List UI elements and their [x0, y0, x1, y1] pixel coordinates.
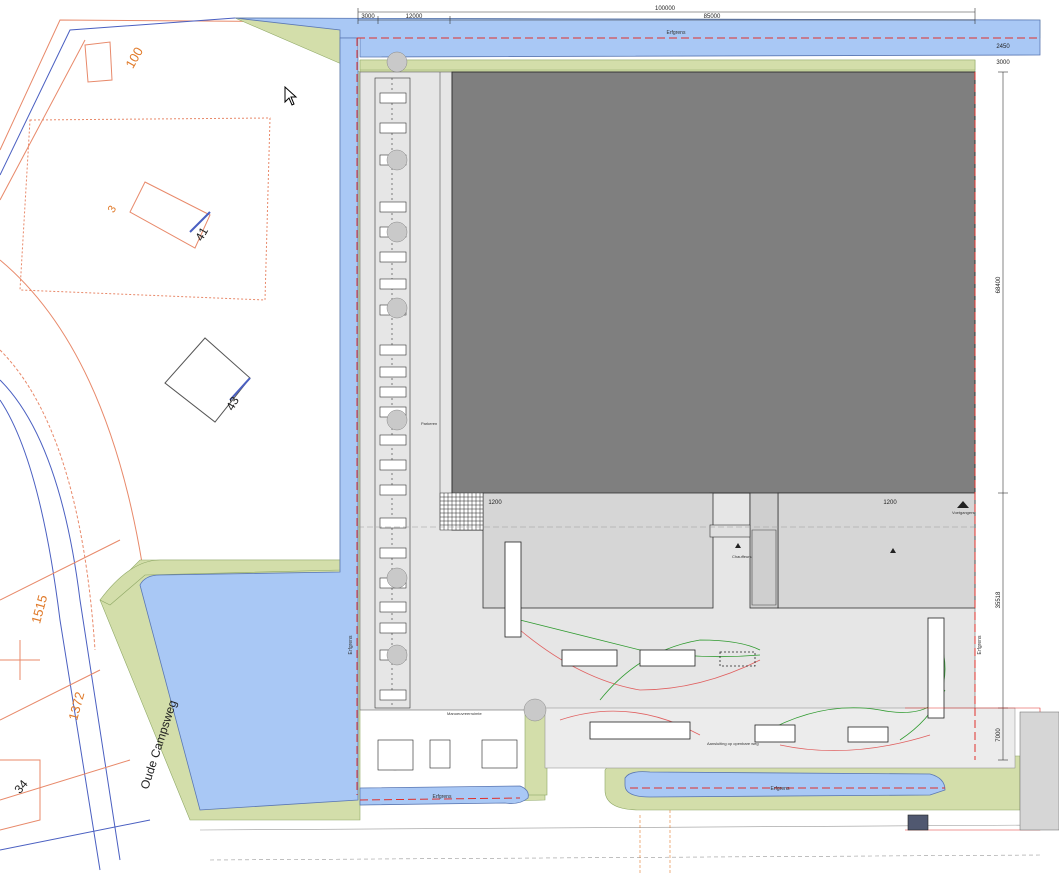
erfgrens-top: Erfgrens	[667, 30, 686, 36]
erfgrens-left: Erfgrens	[348, 635, 354, 654]
entrance-ramp	[749, 492, 779, 609]
parking-slot	[379, 601, 407, 613]
maneuver-label: Manoeuvreerruimte	[447, 711, 482, 716]
parking-slot	[379, 386, 407, 398]
parking-slot	[379, 547, 407, 559]
site-plan: 100000 3000 12000 85000 3000 2450 68400 …	[0, 6, 1059, 873]
erfgrens-right: Erfgrens	[977, 635, 983, 654]
parking-slot	[379, 92, 407, 104]
dim-building-depth: 68400	[996, 276, 1002, 293]
dim-bottom-strip: 7000	[996, 728, 1002, 742]
dim-yard-depth: 35518	[996, 591, 1002, 608]
dock-zone-right	[777, 492, 976, 609]
parking-slot	[379, 459, 407, 471]
parcel-1372: 1372	[65, 690, 87, 722]
dim-dock-left: 1200	[488, 500, 502, 506]
neighbor-lot	[1019, 711, 1059, 831]
parking-slot	[379, 689, 407, 701]
parking-label: Parkeren	[421, 421, 437, 426]
dim-left-strip: 3000	[361, 14, 375, 20]
parking-slot	[379, 622, 407, 634]
parking-slot	[379, 366, 407, 378]
bike-shelters	[377, 739, 518, 771]
dim-dock-right: 1200	[883, 500, 897, 506]
parcel-3: 3	[106, 204, 119, 215]
parcel-43: 43	[223, 394, 242, 413]
parcel-100: 100	[122, 45, 146, 71]
bike-rack-grid	[439, 492, 484, 531]
parking-slot	[379, 251, 407, 263]
driveway-label: Aansluiting op openbare weg	[707, 741, 759, 746]
parcel-34: 34	[11, 777, 31, 796]
gatehouse	[907, 814, 929, 831]
visitor-label: Voetgangers	[952, 510, 974, 515]
parcel-1515: 1515	[28, 593, 50, 625]
warehouse-building	[451, 71, 976, 531]
mouse-cursor-icon	[284, 86, 298, 106]
dim-top-strip-2: 2450	[996, 44, 1010, 50]
dim-parking-zone: 12000	[406, 14, 423, 20]
dim-building-width: 85000	[704, 14, 721, 20]
dim-top-strip: 3000	[996, 60, 1010, 66]
parking-slot	[379, 517, 407, 529]
parking-slot	[379, 344, 407, 356]
dim-total-width: 100000	[655, 6, 676, 12]
parking-slot	[379, 434, 407, 446]
parking-slot	[379, 484, 407, 496]
parking-slot	[379, 278, 407, 290]
erfgrens-bottom: Erfgrens	[433, 794, 452, 800]
erfgrens-bottom-right: Erfgrens	[771, 786, 790, 792]
entrance-label: Chauffeurs	[732, 554, 752, 559]
parking-slot	[379, 122, 407, 134]
parking-slot	[379, 201, 407, 213]
